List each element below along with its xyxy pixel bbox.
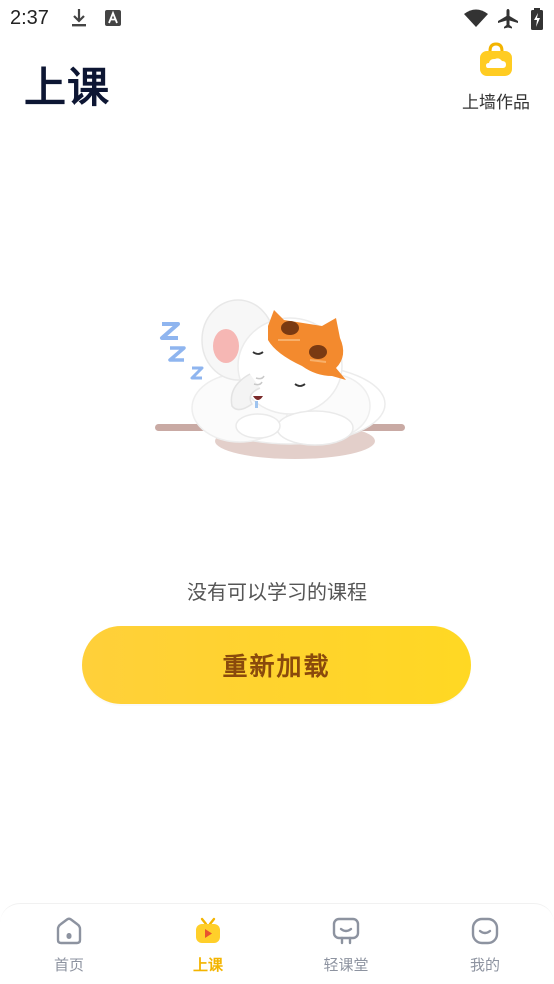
reload-button[interactable]: 重新加载 xyxy=(82,626,471,704)
status-time: 2:37 xyxy=(10,7,49,29)
bottom-tab-bar: 首页 上课 轻课堂 我的 xyxy=(0,903,554,984)
airplane-icon xyxy=(498,9,518,29)
tab-home-label: 首页 xyxy=(53,956,84,974)
profile-face-icon xyxy=(471,917,499,945)
text-a-icon xyxy=(105,10,121,26)
home-icon xyxy=(56,917,82,945)
tab-mine[interactable]: 我的 xyxy=(435,910,535,980)
download-icon xyxy=(72,9,86,27)
chat-screen-icon xyxy=(332,917,360,945)
battery-charging-icon xyxy=(531,8,543,30)
empty-state-message: 没有可以学习的课程 xyxy=(187,580,367,604)
bag-cloud-icon xyxy=(480,42,512,76)
upload-wall-label: 上墙作品 xyxy=(462,93,530,113)
upload-wall-button[interactable]: 上墙作品 xyxy=(456,42,536,113)
page-title: 上课 xyxy=(24,63,111,112)
tab-mine-label: 我的 xyxy=(469,956,500,974)
tab-class[interactable]: 上课 xyxy=(158,910,258,980)
tab-light-classroom[interactable]: 轻课堂 xyxy=(296,910,396,980)
status-bar: 2:37 xyxy=(0,0,554,36)
tab-light-classroom-label: 轻课堂 xyxy=(323,956,369,974)
tab-class-label: 上课 xyxy=(192,956,223,974)
tv-play-icon xyxy=(196,917,220,943)
sleeping-elephant-illustration xyxy=(155,299,405,459)
tab-home[interactable]: 首页 xyxy=(19,910,119,980)
wifi-icon xyxy=(464,9,488,27)
